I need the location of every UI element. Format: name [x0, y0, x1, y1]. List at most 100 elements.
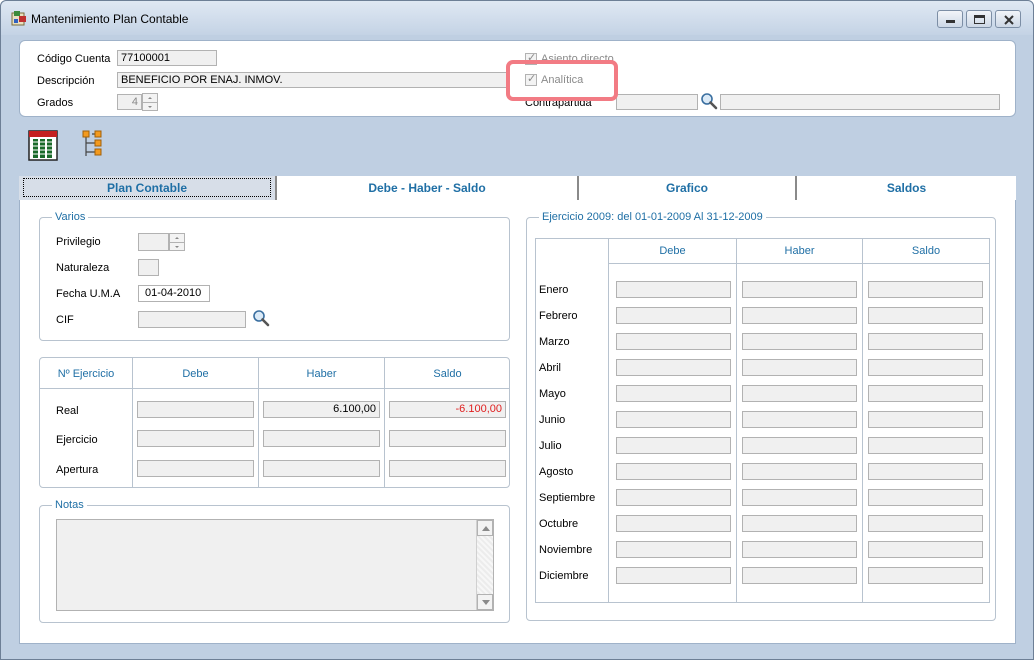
month-debe-field[interactable] — [616, 541, 731, 558]
tab-content-plan-contable: Varios Privilegio Naturaleza Fecha U.M.A… — [19, 200, 1016, 644]
grados-label: Grados — [37, 97, 74, 109]
close-button[interactable] — [995, 10, 1021, 28]
scroll-down-button[interactable] — [477, 594, 493, 610]
month-saldo-field[interactable] — [868, 541, 983, 558]
cif-field[interactable] — [138, 311, 246, 328]
fecha-uma-label: Fecha U.M.A — [56, 288, 121, 300]
month-debe-field[interactable] — [616, 463, 731, 480]
month-debe-field[interactable] — [616, 437, 731, 454]
month-label: Septiembre — [539, 492, 596, 504]
tab-debe-haber-saldo[interactable]: Debe - Haber - Saldo — [277, 176, 577, 200]
month-haber-field[interactable] — [742, 411, 857, 428]
contrapartida-search-icon[interactable] — [700, 92, 718, 110]
privilegio-label: Privilegio — [56, 236, 101, 248]
monthly-debe-header: Debe — [659, 245, 686, 257]
cif-search-icon[interactable] — [252, 309, 270, 327]
window-title: Mantenimiento Plan Contable — [31, 12, 189, 26]
month-saldo-field[interactable] — [868, 567, 983, 584]
month-haber-field[interactable] — [742, 515, 857, 532]
monthly-table: Debe Haber Saldo Enero Febrero Marzo Abril M… — [535, 238, 990, 603]
stepper-up-icon — [175, 237, 179, 239]
real-saldo-field[interactable]: -6.100,00 — [389, 401, 506, 418]
scroll-down-icon — [482, 600, 490, 605]
real-debe-field[interactable] — [137, 401, 254, 418]
month-saldo-field[interactable] — [868, 385, 983, 402]
naturaleza-label: Naturaleza — [56, 262, 110, 274]
month-haber-field[interactable] — [742, 489, 857, 506]
month-saldo-field[interactable] — [868, 489, 983, 506]
month-haber-field[interactable] — [742, 385, 857, 402]
monthly-haber-header: Haber — [784, 245, 815, 257]
month-haber-field[interactable] — [742, 307, 857, 324]
month-debe-field[interactable] — [616, 489, 731, 506]
month-haber-field[interactable] — [742, 463, 857, 480]
month-label: Enero — [539, 284, 569, 296]
month-haber-field[interactable] — [742, 541, 857, 558]
codigo-cuenta-field[interactable]: 77100001 — [117, 50, 217, 66]
tab-grafico[interactable]: Grafico — [579, 176, 795, 200]
scroll-up-button[interactable] — [477, 520, 493, 536]
stepper-down-icon — [148, 106, 152, 108]
month-haber-field[interactable] — [742, 437, 857, 454]
month-saldo-field[interactable] — [868, 307, 983, 324]
month-debe-field[interactable] — [616, 281, 731, 298]
real-haber-field[interactable]: 6.100,00 — [263, 401, 380, 418]
contrapartida-desc-field[interactable] — [720, 94, 1000, 110]
columns-view-icon[interactable] — [28, 130, 58, 161]
stepper-up-icon — [148, 97, 152, 99]
notas-scrollbar[interactable] — [476, 520, 493, 610]
descripcion-field[interactable]: BENEFICIO POR ENAJ. INMOV. — [117, 72, 509, 88]
descripcion-label: Descripción — [37, 75, 95, 87]
month-debe-field[interactable] — [616, 385, 731, 402]
month-debe-field[interactable] — [616, 333, 731, 350]
month-saldo-field[interactable] — [868, 359, 983, 376]
contrapartida-code-field[interactable] — [616, 94, 698, 110]
notas-textarea[interactable] — [56, 519, 494, 611]
ejercicio-haber-field[interactable] — [263, 430, 380, 447]
ejercicio-table: Nº Ejercicio Debe Haber Saldo Real 6.100… — [39, 357, 510, 488]
month-saldo-field[interactable] — [868, 333, 983, 350]
privilegio-field[interactable] — [138, 233, 169, 251]
varios-group: Varios Privilegio Naturaleza Fecha U.M.A… — [39, 211, 510, 341]
month-label: Agosto — [539, 466, 574, 478]
title-bar[interactable]: Mantenimiento Plan Contable — [1, 1, 1033, 35]
month-haber-field[interactable] — [742, 333, 857, 350]
month-saldo-field[interactable] — [868, 437, 983, 454]
grados-field[interactable]: 4 — [117, 94, 142, 110]
notas-title: Notas — [52, 499, 87, 511]
maximize-button[interactable] — [966, 10, 992, 28]
month-debe-field[interactable] — [616, 307, 731, 324]
minimize-button[interactable] — [937, 10, 963, 28]
ejercicio-debe-field[interactable] — [137, 430, 254, 447]
month-haber-field[interactable] — [742, 359, 857, 376]
naturaleza-field[interactable] — [138, 259, 159, 276]
month-debe-field[interactable] — [616, 411, 731, 428]
close-icon — [1004, 14, 1014, 26]
month-label: Diciembre — [539, 570, 589, 582]
apertura-saldo-field[interactable] — [389, 460, 506, 477]
month-haber-field[interactable] — [742, 281, 857, 298]
month-saldo-field[interactable] — [868, 411, 983, 428]
fecha-uma-field[interactable]: 01-04-2010 — [138, 285, 210, 302]
month-debe-field[interactable] — [616, 515, 731, 532]
ejercicio-saldo-field[interactable] — [389, 430, 506, 447]
month-debe-field[interactable] — [616, 567, 731, 584]
month-haber-field[interactable] — [742, 567, 857, 584]
tab-plan-contable[interactable]: Plan Contable — [19, 176, 275, 200]
month-saldo-field[interactable] — [868, 281, 983, 298]
tree-view-icon[interactable] — [81, 130, 105, 160]
tab-saldos[interactable]: Saldos — [797, 176, 1016, 200]
privilegio-stepper[interactable] — [169, 233, 185, 251]
debe-header: Debe — [182, 368, 209, 380]
row-label-real: Real — [56, 405, 79, 417]
month-debe-field[interactable] — [616, 359, 731, 376]
month-saldo-field[interactable] — [868, 515, 983, 532]
month-label: Noviembre — [539, 544, 593, 556]
apertura-debe-field[interactable] — [137, 460, 254, 477]
minimize-icon — [946, 20, 955, 23]
grados-stepper[interactable] — [142, 93, 158, 111]
month-saldo-field[interactable] — [868, 463, 983, 480]
app-icon — [11, 11, 26, 26]
monthly-col-divider — [736, 239, 737, 602]
apertura-haber-field[interactable] — [263, 460, 380, 477]
